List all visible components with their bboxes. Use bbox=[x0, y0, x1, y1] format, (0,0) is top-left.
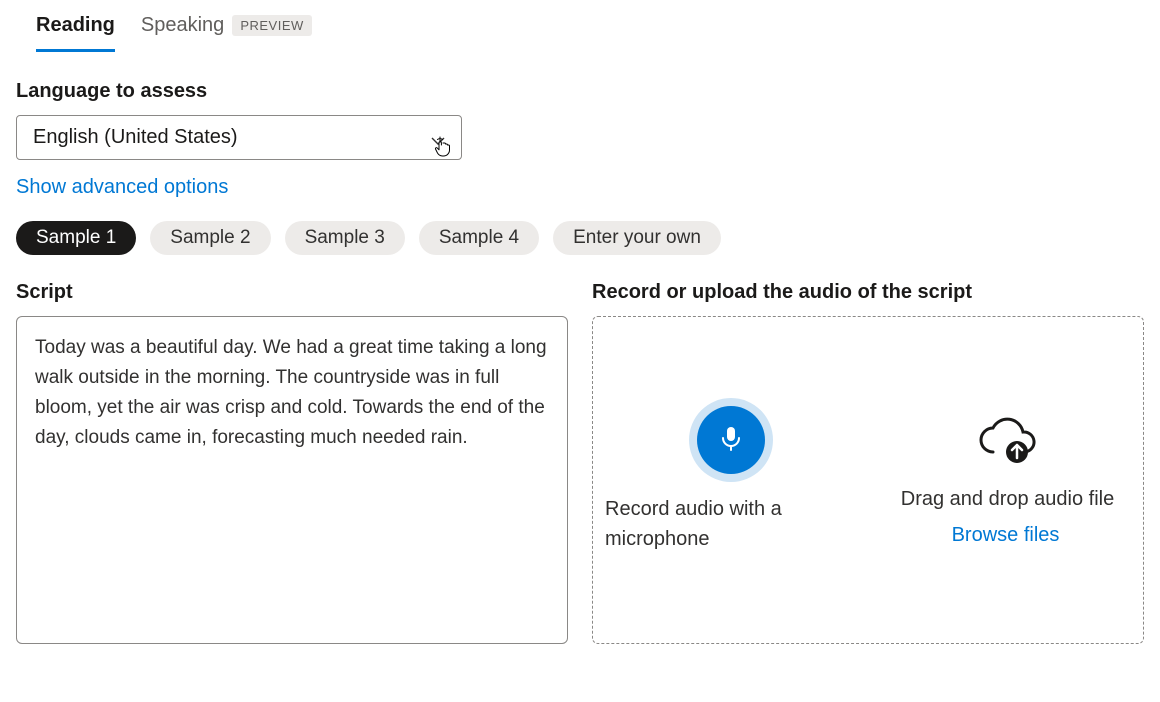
tab-row: Reading Speaking PREVIEW bbox=[36, 14, 1144, 52]
microphone-icon bbox=[717, 424, 745, 457]
tab-speaking[interactable]: Speaking PREVIEW bbox=[141, 14, 312, 52]
language-label: Language to assess bbox=[16, 80, 1144, 103]
record-text: Record audio with a microphone bbox=[601, 494, 860, 554]
script-label: Script bbox=[16, 281, 568, 304]
tab-speaking-label: Speaking bbox=[141, 14, 224, 37]
language-value: English (United States) bbox=[33, 126, 238, 149]
sample-chip-own[interactable]: Enter your own bbox=[553, 221, 721, 255]
upload-label: Record or upload the audio of the script bbox=[592, 281, 1144, 304]
sample-chip-row: Sample 1 Sample 2 Sample 3 Sample 4 Ente… bbox=[16, 221, 1144, 255]
sample-chip-4[interactable]: Sample 4 bbox=[419, 221, 539, 255]
upload-dropzone[interactable]: Record audio with a microphone Drag and … bbox=[592, 316, 1144, 644]
tab-reading-label: Reading bbox=[36, 14, 115, 37]
browse-files-link[interactable]: Browse files bbox=[952, 524, 1060, 547]
drag-text: Drag and drop audio file bbox=[897, 484, 1114, 514]
cloud-upload-icon bbox=[975, 414, 1037, 464]
sample-chip-3[interactable]: Sample 3 bbox=[285, 221, 405, 255]
cursor-icon bbox=[433, 135, 453, 165]
chevron-down-icon bbox=[431, 131, 445, 145]
sample-chip-2[interactable]: Sample 2 bbox=[150, 221, 270, 255]
script-textarea[interactable]: Today was a beautiful day. We had a grea… bbox=[16, 316, 568, 644]
tab-reading[interactable]: Reading bbox=[36, 14, 115, 52]
sample-chip-1[interactable]: Sample 1 bbox=[16, 221, 136, 255]
preview-badge: PREVIEW bbox=[232, 15, 311, 36]
script-text: Today was a beautiful day. We had a grea… bbox=[35, 337, 547, 448]
advanced-options-link[interactable]: Show advanced options bbox=[16, 176, 228, 199]
language-dropdown[interactable]: English (United States) bbox=[16, 115, 462, 160]
record-button[interactable] bbox=[697, 406, 765, 474]
